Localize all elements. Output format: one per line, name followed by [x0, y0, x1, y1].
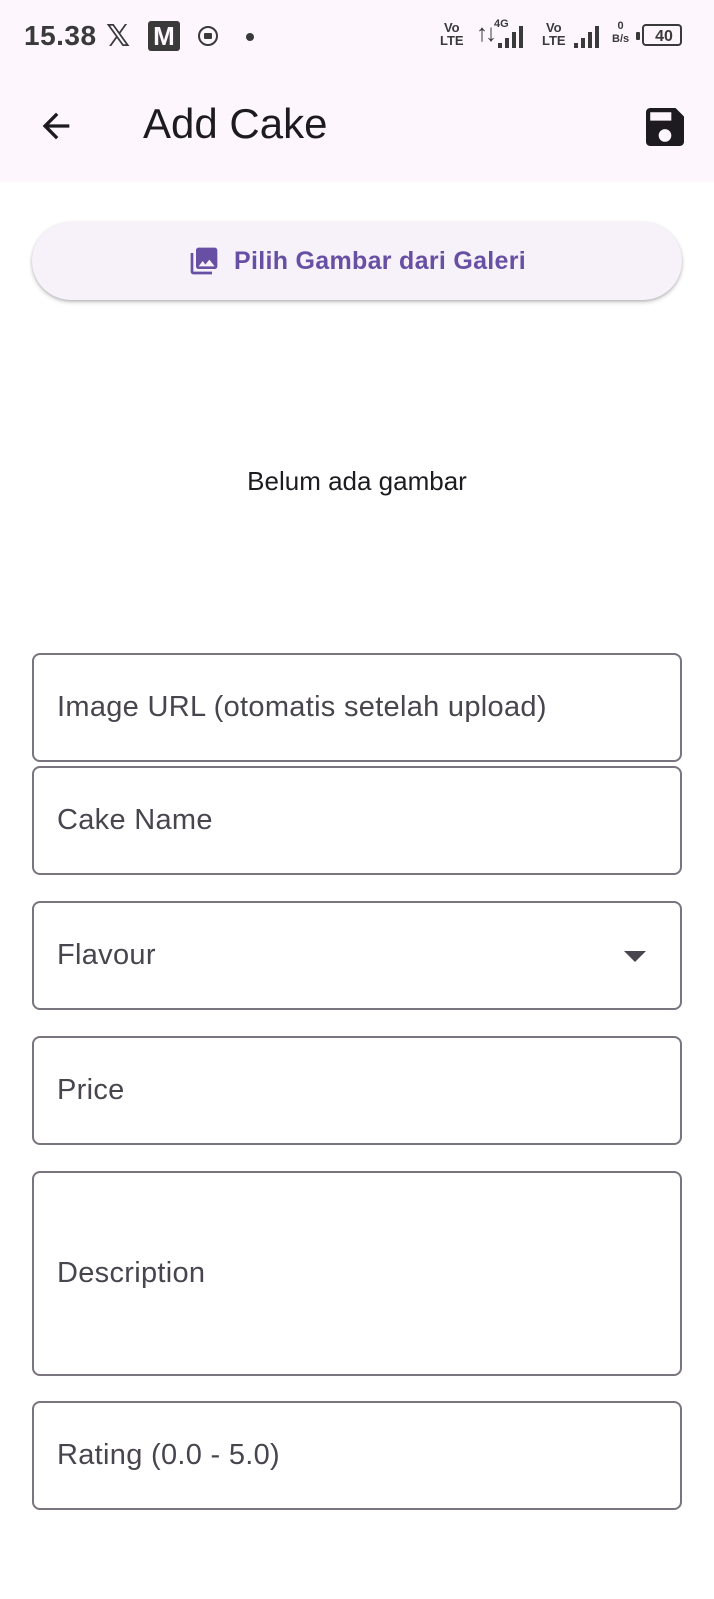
screen-record-icon: [198, 26, 218, 46]
status-bar: 15.38 𝕏 M Vo LTE ↑↓ 4G Vo LTE 0 B/s 40: [0, 0, 714, 74]
battery-icon: 40: [636, 24, 682, 46]
arrow-back-icon: [42, 112, 70, 140]
cake-name-field[interactable]: Cake Name: [32, 766, 682, 875]
rating-field[interactable]: Rating (0.0 - 5.0): [32, 1401, 682, 1510]
rating-placeholder: Rating (0.0 - 5.0): [57, 1439, 280, 1471]
save-button[interactable]: [646, 108, 684, 146]
volte-indicator: Vo LTE: [440, 21, 464, 47]
description-field[interactable]: Description: [32, 1171, 682, 1376]
cake-name-placeholder: Cake Name: [57, 804, 213, 836]
dropdown-arrow-icon: [624, 951, 646, 962]
image-url-field[interactable]: Image URL (otomatis setelah upload): [32, 653, 682, 762]
signal-icon-2: [574, 26, 604, 48]
image-preview-placeholder: Belum ada gambar: [247, 466, 467, 496]
flavour-placeholder: Flavour: [57, 939, 156, 971]
speed-value: 0: [617, 20, 624, 32]
price-placeholder: Price: [57, 1074, 125, 1106]
page-title: Add Cake: [143, 100, 328, 147]
volte-indicator-2: Vo LTE: [542, 21, 566, 47]
save-icon: [646, 108, 684, 146]
volte-bottom-2: LTE: [542, 33, 566, 48]
network-speed: 0 B/s: [612, 20, 629, 46]
description-placeholder: Description: [57, 1257, 206, 1289]
price-field[interactable]: Price: [32, 1036, 682, 1145]
notification-dot-icon: [246, 33, 254, 41]
photo-library-icon: [190, 247, 218, 275]
signal-icon: [498, 26, 528, 48]
speed-unit: B/s: [612, 33, 630, 45]
flavour-dropdown[interactable]: Flavour: [32, 901, 682, 1010]
x-app-icon: 𝕏: [106, 20, 131, 53]
status-time: 15.38: [24, 20, 97, 51]
data-transfer-icon: ↑↓: [476, 20, 497, 47]
image-url-placeholder: Image URL (otomatis setelah upload): [57, 691, 547, 723]
pick-image-label: Pilih Gambar dari Galeri: [233, 246, 527, 275]
back-button[interactable]: [36, 106, 76, 146]
pick-image-button[interactable]: Pilih Gambar dari Galeri: [32, 222, 682, 300]
volte-bottom: LTE: [440, 33, 464, 48]
m-app-icon: M: [148, 21, 180, 51]
